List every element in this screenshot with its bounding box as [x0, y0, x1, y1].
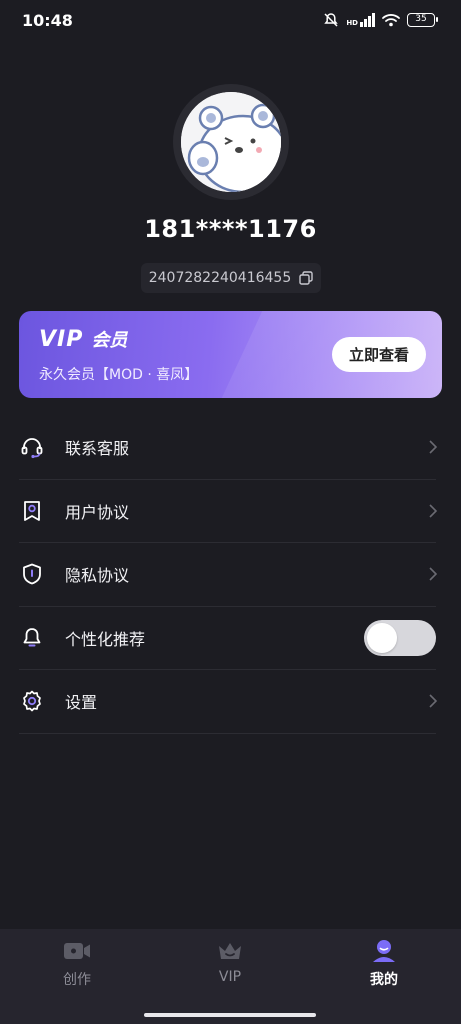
profile-screen: 10:48 HD 35 181****1176 2407282240416455…	[0, 0, 461, 1024]
personalized-recommendation-toggle[interactable]	[364, 619, 436, 656]
shield-icon	[19, 561, 45, 587]
menu-item-label: 设置	[65, 693, 98, 713]
menu-item-personalized-recommendation: 个性化推荐	[19, 607, 436, 670]
user-id: 2407282240416455	[148, 270, 292, 286]
signal-icon: HD	[346, 13, 375, 27]
chevron-right-icon	[429, 504, 438, 518]
chevron-right-icon	[429, 440, 438, 454]
chevron-right-icon	[429, 567, 438, 581]
profile-icon	[373, 940, 395, 962]
crown-icon	[219, 943, 241, 959]
vip-title: VIP 会员	[39, 326, 127, 352]
vip-title-text: 会员	[91, 330, 128, 351]
toggle-knob	[367, 622, 397, 653]
vip-membership-card[interactable]: VIP 会员 永久会员【MOD · 喜凤】 立即查看	[19, 311, 442, 398]
vip-logo: VIP	[39, 327, 84, 352]
bottom-navigation: 创作 VIP 我的	[0, 929, 461, 1024]
bell-icon	[19, 625, 45, 651]
chevron-right-icon	[429, 694, 438, 708]
bookmark-user-icon	[19, 498, 45, 524]
tab-label: 我的	[370, 972, 398, 988]
status-icons: HD 35	[323, 12, 438, 28]
menu-item-user-agreement[interactable]: 用户协议	[19, 480, 438, 543]
status-bar: 10:48 HD 35	[0, 0, 461, 42]
bear-avatar-icon	[181, 92, 281, 192]
mute-bell-icon	[324, 13, 339, 27]
battery-icon: 35	[407, 13, 438, 27]
vip-status: 永久会员【MOD · 喜凤】	[39, 367, 199, 383]
view-vip-button[interactable]: 立即查看	[332, 337, 426, 372]
menu-item-customer-service[interactable]: 联系客服	[19, 416, 438, 480]
copy-icon[interactable]	[299, 271, 313, 285]
video-camera-icon	[64, 943, 90, 959]
avatar[interactable]	[173, 84, 289, 200]
menu-item-label: 个性化推荐	[65, 629, 146, 649]
user-phone: 181****1176	[144, 215, 317, 243]
settings-menu: 联系客服 用户协议 隐私协议 个性化推荐 设置	[19, 416, 438, 734]
status-time: 10:48	[22, 11, 73, 30]
menu-item-label: 联系客服	[65, 439, 130, 459]
wifi-icon	[382, 14, 400, 27]
menu-item-settings[interactable]: 设置	[19, 670, 438, 734]
tab-create[interactable]: 创作	[37, 939, 117, 989]
menu-item-privacy-policy[interactable]: 隐私协议	[19, 543, 438, 607]
avatar-image	[181, 92, 281, 192]
headset-icon	[19, 434, 45, 460]
tab-label: 创作	[63, 972, 91, 988]
home-indicator[interactable]	[144, 1013, 316, 1017]
network-type-label: HD	[346, 19, 358, 27]
menu-item-label: 用户协议	[65, 502, 130, 522]
tab-label: VIP	[218, 969, 242, 985]
gear-icon	[19, 688, 45, 714]
user-id-chip[interactable]: 2407282240416455	[141, 263, 321, 293]
menu-item-label: 隐私协议	[65, 566, 130, 586]
tab-vip[interactable]: VIP	[190, 939, 270, 985]
tab-mine[interactable]: 我的	[344, 939, 424, 989]
